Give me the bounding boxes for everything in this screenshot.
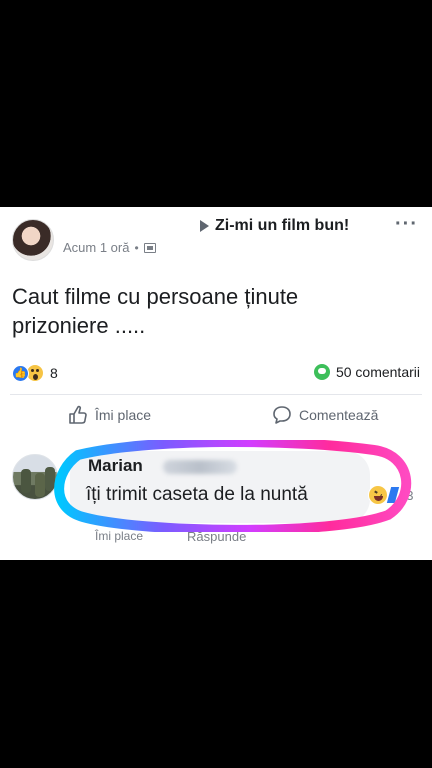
reaction-count: 8 bbox=[50, 365, 58, 381]
comment-button[interactable]: Comentează bbox=[272, 405, 378, 425]
post-metadata: Acum 1 oră • bbox=[63, 240, 156, 255]
haha-icon bbox=[368, 485, 388, 505]
reaction-icons: 👍 bbox=[12, 364, 44, 382]
comment-item: Marian îți trimit caseta de la nuntă 23 … bbox=[0, 446, 432, 544]
comments-count-label: 50 comentarii bbox=[335, 364, 420, 380]
facebook-post-card: Zi-mi un film bun! ··· Acum 1 oră • Caut… bbox=[0, 207, 432, 560]
like-button[interactable]: Îmi place bbox=[68, 405, 151, 425]
more-icon: ··· bbox=[395, 213, 418, 235]
like-button-label: Îmi place bbox=[95, 407, 152, 423]
metadata-separator: • bbox=[134, 240, 139, 255]
post-action-bar: Îmi place Comentează bbox=[0, 405, 432, 431]
reaction-like-icon: 👍 bbox=[12, 364, 29, 382]
group-privacy-icon bbox=[143, 242, 156, 253]
poster-avatar[interactable] bbox=[12, 219, 54, 261]
comment-reaction-count: 23 bbox=[399, 487, 414, 503]
comment-count-link[interactable]: 50 comentarii bbox=[313, 364, 420, 380]
comment-author[interactable]: Marian bbox=[88, 456, 143, 476]
more-options-button[interactable]: ··· bbox=[395, 213, 418, 236]
comment-actions: Îmi place Răspunde bbox=[95, 529, 246, 544]
comment-reactions[interactable]: 23 bbox=[368, 485, 413, 505]
reaction-like-icon bbox=[386, 487, 400, 503]
post-target-group[interactable]: Zi-mi un film bun! bbox=[200, 217, 349, 235]
post-body: Caut filme cu persoane ținute prizoniere… bbox=[12, 284, 299, 338]
post-reactions[interactable]: 👍 8 bbox=[12, 364, 58, 382]
comment-badge-icon bbox=[313, 364, 330, 380]
like-icon bbox=[69, 405, 87, 424]
group-arrow-icon bbox=[200, 220, 209, 232]
group-title[interactable]: Zi-mi un film bun! bbox=[215, 217, 349, 235]
comment-icon bbox=[273, 406, 291, 424]
post-timestamp[interactable]: Acum 1 oră bbox=[63, 240, 129, 255]
post-divider bbox=[10, 394, 422, 395]
comment-reply-link[interactable]: Răspunde bbox=[187, 529, 246, 544]
comment-like-link[interactable]: Îmi place bbox=[95, 529, 143, 544]
screenshot-page: Zi-mi un film bun! ··· Acum 1 oră • Caut… bbox=[0, 0, 432, 768]
commenter-avatar[interactable] bbox=[12, 454, 58, 500]
comment-button-label: Comentează bbox=[299, 407, 379, 423]
comment-text: îți trimit caseta de la nuntă bbox=[86, 484, 308, 505]
blurred-surname bbox=[163, 460, 237, 474]
